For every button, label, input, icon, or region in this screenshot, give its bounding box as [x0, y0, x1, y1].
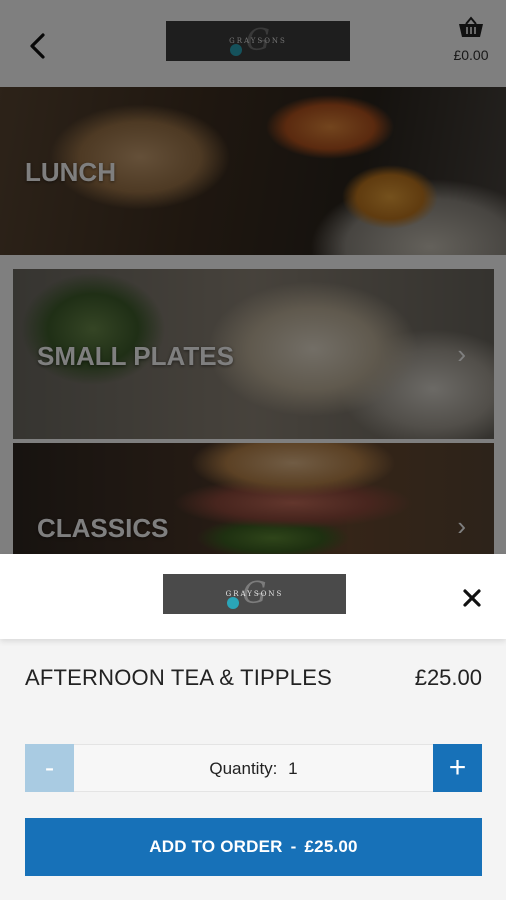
add-to-order-button[interactable]: ADD TO ORDER - £25.00 [25, 818, 482, 876]
add-to-order-label: ADD TO ORDER [149, 837, 283, 856]
product-name: AFTERNOON TEA & TIPPLES [25, 665, 332, 690]
logo-badge-icon [227, 597, 239, 609]
quantity-display: Quantity: 1 [26, 759, 481, 779]
add-to-order-price: £25.00 [304, 837, 358, 856]
close-button[interactable] [458, 584, 486, 612]
quantity-label: Quantity: [209, 759, 278, 778]
product-price: £25.00 [414, 665, 482, 690]
product-modal: G GRAYSONS AFTERNOON TEA & TIPPLES £25.0… [0, 554, 506, 900]
brand-logo: G GRAYSONS [163, 574, 346, 614]
add-to-order-separator: - [290, 837, 297, 856]
close-icon [463, 589, 481, 607]
increase-quantity-button[interactable]: + [433, 744, 482, 792]
modal-header: G GRAYSONS [0, 554, 506, 639]
quantity-value: 1 [288, 759, 298, 778]
quantity-stepper: - Quantity: 1 + [25, 744, 482, 792]
